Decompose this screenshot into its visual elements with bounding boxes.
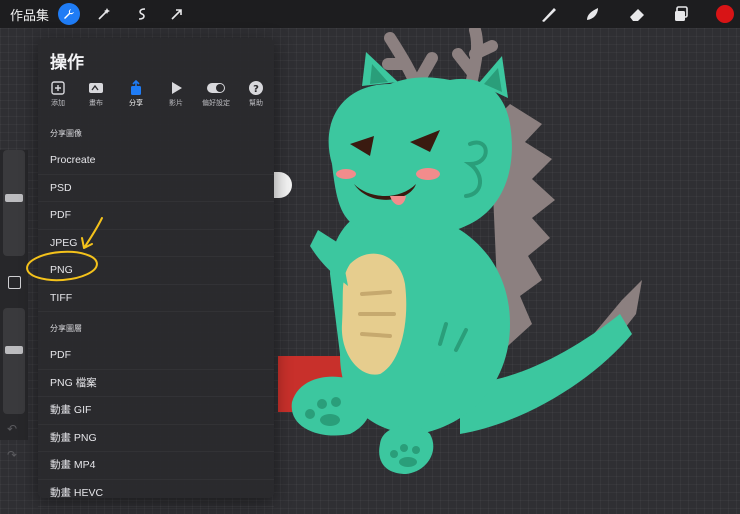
eraser-icon[interactable] [624, 0, 650, 28]
panel-title: 操作 [50, 53, 84, 72]
list-item[interactable]: 動畫 PNG [38, 425, 274, 452]
color-picker-button[interactable] [713, 0, 737, 28]
redo-icon[interactable]: ↷ [7, 448, 17, 462]
list-item[interactable]: PDF [38, 342, 274, 370]
actions-tabs: 添加 畫布 分享 影片 偏好設定 ? 幫助 [38, 79, 276, 108]
video-play-icon [156, 80, 196, 96]
add-icon [38, 80, 78, 96]
share-layers-list: PDF PNG 檔案 動畫 GIF 動畫 PNG 動畫 MP4 動畫 HEVC [38, 342, 274, 507]
list-item[interactable]: PNG 檔案 [38, 370, 274, 397]
layers-icon[interactable] [668, 0, 694, 28]
tab-video[interactable]: 影片 [156, 80, 196, 108]
share-icon [116, 79, 156, 96]
brush-size-knob[interactable] [5, 194, 23, 202]
canvas-icon [76, 80, 116, 96]
transform-arrow-icon[interactable] [165, 0, 189, 28]
gallery-button[interactable]: 作品集 [10, 0, 49, 28]
opacity-knob[interactable] [5, 346, 23, 354]
left-sidebar: ↶ ↷ [0, 150, 28, 462]
section-header-share-layers: 分享圖層 [50, 324, 82, 333]
list-item[interactable]: 動畫 MP4 [38, 452, 274, 480]
brush-size-slider[interactable] [3, 150, 25, 256]
smudge-icon[interactable] [580, 0, 606, 28]
list-item[interactable]: TIFF [38, 285, 274, 312]
modify-button[interactable] [8, 276, 21, 289]
list-item[interactable]: Procreate [38, 147, 274, 175]
help-icon: ? [236, 80, 276, 96]
section-header-share-image: 分享圖像 [50, 129, 82, 138]
active-color-swatch [716, 5, 734, 23]
wrench-icon[interactable] [58, 3, 80, 25]
toggle-icon [196, 80, 236, 96]
opacity-slider[interactable] [3, 308, 25, 414]
dragon-illustration [278, 24, 642, 474]
share-image-list: Procreate PSD PDF JPEG PNG TIFF [38, 147, 274, 312]
undo-icon[interactable]: ↶ [7, 422, 17, 436]
tab-help[interactable]: ? 幫助 [236, 80, 276, 108]
svg-text:?: ? [253, 84, 259, 95]
selection-icon[interactable] [130, 0, 154, 28]
list-item[interactable]: PNG [38, 257, 274, 285]
list-item[interactable]: PSD [38, 175, 274, 202]
tab-canvas[interactable]: 畫布 [76, 80, 116, 108]
list-item[interactable]: 動畫 HEVC [38, 480, 274, 507]
top-toolbar: 作品集 [0, 0, 740, 28]
list-item[interactable]: PDF [38, 202, 274, 230]
list-item[interactable]: 動畫 GIF [38, 397, 274, 425]
tab-share[interactable]: 分享 [116, 79, 156, 108]
tab-preferences[interactable]: 偏好設定 [196, 80, 236, 108]
magic-wand-icon[interactable] [92, 0, 116, 28]
list-item[interactable]: JPEG [38, 230, 274, 257]
brush-icon[interactable] [536, 0, 562, 28]
actions-panel: 操作 添加 畫布 分享 影片 偏好設定 ? 幫助 分享圖像 Procreate … [38, 38, 276, 507]
tab-add[interactable]: 添加 [38, 80, 78, 108]
